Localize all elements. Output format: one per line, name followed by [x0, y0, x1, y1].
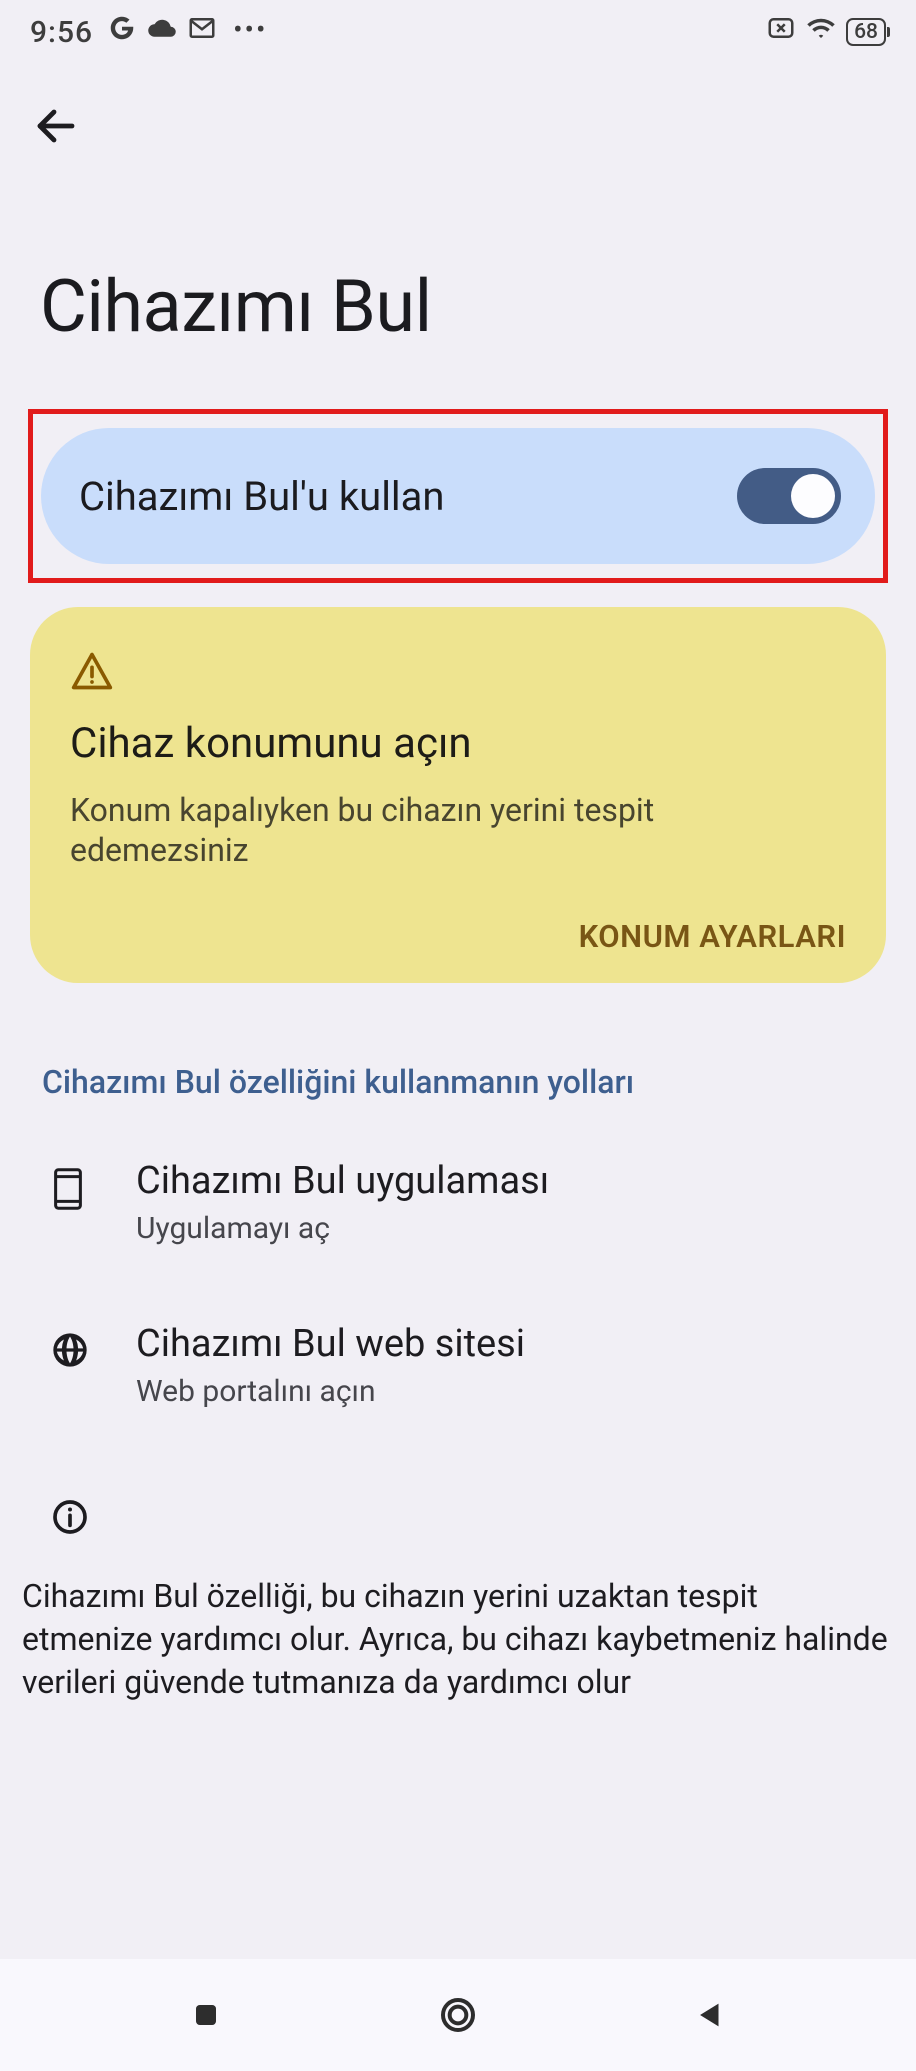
- google-g-icon: [107, 13, 137, 51]
- sim-missing-icon: [766, 13, 796, 51]
- status-clock: 9:56: [30, 15, 93, 50]
- recents-button[interactable]: [176, 1985, 236, 2045]
- location-settings-button[interactable]: KONUM AYARLARI: [70, 918, 846, 955]
- page-title: Cihazımı Bul: [0, 164, 916, 409]
- warning-body: Konum kapalıyken bu cihazın yerini tespi…: [70, 790, 768, 870]
- way-app-row[interactable]: Cihazımı Bul uygulaması Uygulamayı aç: [0, 1121, 916, 1284]
- toggle-switch[interactable]: [737, 468, 841, 524]
- way-web-row[interactable]: Cihazımı Bul web sitesi Web portalını aç…: [0, 1284, 916, 1447]
- battery-indicator: 68: [846, 18, 886, 46]
- warning-icon: [70, 649, 846, 697]
- way-web-texts: Cihazımı Bul web sitesi Web portalını aç…: [136, 1322, 525, 1409]
- way-app-sub: Uygulamayı aç: [136, 1211, 549, 1246]
- warning-title: Cihaz konumunu açın: [70, 719, 846, 768]
- location-warning-card: Cihaz konumunu açın Konum kapalıyken bu …: [30, 607, 886, 983]
- globe-icon: [50, 1330, 90, 1370]
- nav-back-button[interactable]: [680, 1985, 740, 2045]
- home-button[interactable]: [428, 1985, 488, 2045]
- way-web-sub: Web portalını açın: [136, 1374, 525, 1409]
- battery-level: 68: [854, 20, 878, 44]
- app-bar: [0, 64, 916, 164]
- status-left: 9:56 •••: [30, 13, 267, 51]
- wifi-icon: [806, 13, 836, 51]
- back-button[interactable]: [30, 100, 82, 152]
- way-app-title: Cihazımı Bul uygulaması: [136, 1159, 549, 1203]
- status-bar: 9:56 ••• 68: [0, 0, 916, 64]
- system-nav-bar: [0, 1959, 916, 2071]
- use-find-my-device-toggle-row[interactable]: Cihazımı Bul'u kullan: [41, 428, 875, 564]
- way-web-title: Cihazımı Bul web sitesi: [136, 1322, 525, 1366]
- more-notifications-icon: •••: [233, 13, 267, 46]
- footer-description: Cihazımı Bul özelliği, bu cihazın yerini…: [0, 1559, 916, 1705]
- status-right: 68: [766, 13, 886, 51]
- phone-icon: [50, 1167, 90, 1207]
- toggle-label: Cihazımı Bul'u kullan: [79, 473, 445, 520]
- ways-section-heading: Cihazımı Bul özelliğini kullanmanın yoll…: [0, 983, 916, 1121]
- info-icon: [0, 1447, 916, 1559]
- annotation-highlight: Cihazımı Bul'u kullan: [28, 409, 888, 583]
- gmail-icon: [187, 13, 217, 51]
- toggle-switch-knob: [791, 474, 835, 518]
- cloud-icon: [147, 13, 177, 51]
- way-app-texts: Cihazımı Bul uygulaması Uygulamayı aç: [136, 1159, 549, 1246]
